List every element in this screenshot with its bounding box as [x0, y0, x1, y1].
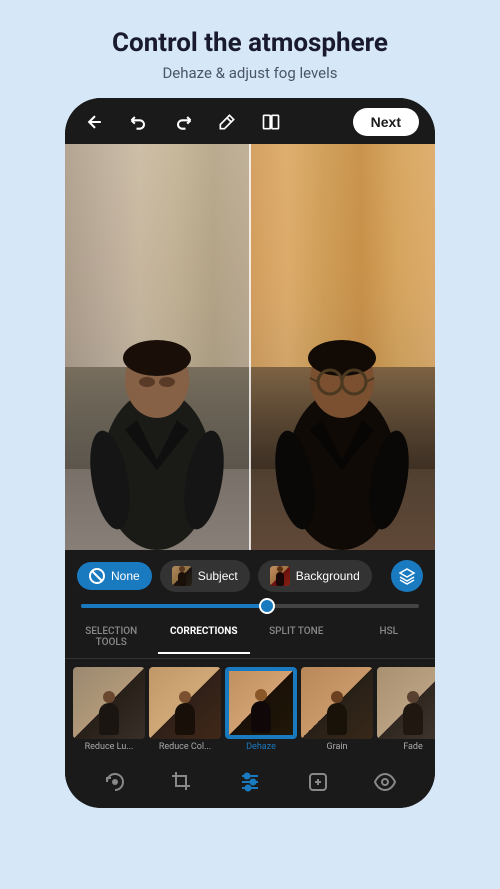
tool-reduce-lu-thumbnail [73, 667, 145, 739]
none-icon [89, 568, 105, 584]
selection-settings-button[interactable] [391, 560, 423, 592]
phone-frame: Next [65, 98, 435, 808]
background-selection-button[interactable]: Background [258, 560, 372, 592]
slider-fill [81, 604, 267, 608]
background-label: Background [296, 569, 360, 583]
left-image-half [65, 144, 250, 550]
tool-dehaze[interactable]: Dehaze [225, 667, 297, 752]
none-selection-button[interactable]: None [77, 562, 152, 590]
camera-rotate-button[interactable] [99, 766, 131, 798]
healing-icon [306, 770, 330, 794]
magic-button[interactable] [213, 108, 241, 136]
sliders-icon [238, 770, 262, 794]
tools-scroll-area: Reduce Lu... Reduce Col... Dehaze [65, 659, 435, 756]
back-button[interactable] [81, 108, 109, 136]
tool-grain-label: Grain [326, 742, 347, 752]
subject-thumbnail [172, 566, 192, 586]
undo-button[interactable] [125, 108, 153, 136]
compare-button[interactable] [257, 108, 285, 136]
tool-fade-thumbnail [377, 667, 435, 739]
back-icon [85, 112, 105, 132]
crop-icon [170, 770, 194, 794]
top-toolbar: Next [65, 98, 435, 144]
tool-reduce-col[interactable]: Reduce Col... [149, 667, 221, 752]
redo-button[interactable] [169, 108, 197, 136]
adjustment-slider-container [65, 602, 435, 616]
background-thumbnail [270, 566, 290, 586]
selection-bar: None Subject Background [65, 550, 435, 602]
tab-corrections[interactable]: CORRECTIONS [158, 620, 251, 654]
sliders-button[interactable] [234, 766, 266, 798]
layers-icon [398, 567, 416, 585]
tool-reduce-lu-label: Reduce Lu... [85, 742, 134, 752]
eye-button[interactable] [369, 766, 401, 798]
tabs-bar: SELECTION TOOLS CORRECTIONS SPLIT TONE H… [65, 616, 435, 659]
page-header: Control the atmosphere Dehaze & adjust f… [92, 0, 408, 98]
tool-grain-thumbnail [301, 667, 373, 739]
eye-icon [373, 770, 397, 794]
tool-reduce-lu[interactable]: Reduce Lu... [73, 667, 145, 752]
slider-track[interactable] [81, 604, 419, 608]
slider-thumb[interactable] [259, 598, 275, 614]
compare-icon [261, 112, 281, 132]
tool-dehaze-label: Dehaze [246, 742, 276, 752]
tab-split-tone[interactable]: SPLIT TONE [250, 620, 343, 654]
subject-label: Subject [198, 569, 238, 583]
person-right [250, 270, 435, 550]
page-subtitle: Dehaze & adjust fog levels [112, 64, 388, 82]
tool-fade[interactable]: Fade [377, 667, 435, 752]
healing-button[interactable] [302, 766, 334, 798]
tab-hsl[interactable]: HSL [343, 620, 436, 654]
page-title: Control the atmosphere [112, 28, 388, 58]
next-button[interactable]: Next [353, 108, 419, 136]
image-area [65, 144, 435, 550]
tab-selection-tools[interactable]: SELECTION TOOLS [65, 620, 158, 654]
bottom-toolbar [65, 756, 435, 808]
tool-dehaze-thumbnail [225, 667, 297, 739]
redo-icon [173, 112, 193, 132]
tool-reduce-col-thumbnail [149, 667, 221, 739]
split-divider[interactable] [249, 144, 251, 550]
subject-selection-button[interactable]: Subject [160, 560, 250, 592]
tool-grain[interactable]: Grain [301, 667, 373, 752]
undo-icon [129, 112, 149, 132]
none-label: None [111, 569, 140, 583]
tool-reduce-col-label: Reduce Col... [159, 742, 211, 752]
right-image-half [250, 144, 435, 550]
camera-rotate-icon [103, 770, 127, 794]
tool-fade-label: Fade [403, 742, 423, 752]
crop-button[interactable] [166, 766, 198, 798]
magic-wand-icon [217, 112, 237, 132]
